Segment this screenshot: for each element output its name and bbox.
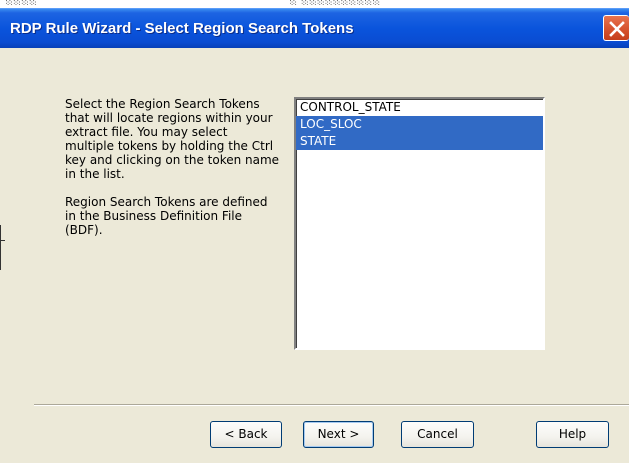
close-button[interactable] (603, 15, 629, 41)
bdf-note-paragraph: Region Search Tokens are defined in the … (65, 195, 268, 237)
token-item-loc-sloc[interactable]: LOC_SLOC (296, 116, 543, 133)
background-window-edge (0, 225, 6, 270)
wizard-window: ░░░░ ░ ░░░░░░░░░░ RDP Rule Wizard - Sele… (0, 0, 629, 463)
cancel-button[interactable]: Cancel (401, 421, 474, 448)
window-title: RDP Rule Wizard - Select Region Search T… (10, 20, 354, 37)
back-button[interactable]: < Back (210, 421, 282, 448)
next-button[interactable]: Next > (303, 421, 374, 448)
token-item-state[interactable]: STATE (296, 133, 543, 150)
button-separator (34, 404, 629, 406)
title-bar[interactable]: RDP Rule Wizard - Select Region Search T… (0, 8, 629, 48)
instructions-text: Select the Region Search Tokens that wil… (65, 97, 280, 251)
help-button[interactable]: Help (536, 421, 609, 448)
background-window-strip: ░░░░ ░ ░░░░░░░░░░ (0, 0, 629, 8)
instructions-paragraph: Select the Region Search Tokens that wil… (65, 97, 280, 181)
close-icon (609, 21, 625, 37)
region-token-listbox[interactable]: CONTROL_STATE LOC_SLOC STATE (294, 97, 545, 350)
token-item-control-state[interactable]: CONTROL_STATE (296, 99, 543, 116)
